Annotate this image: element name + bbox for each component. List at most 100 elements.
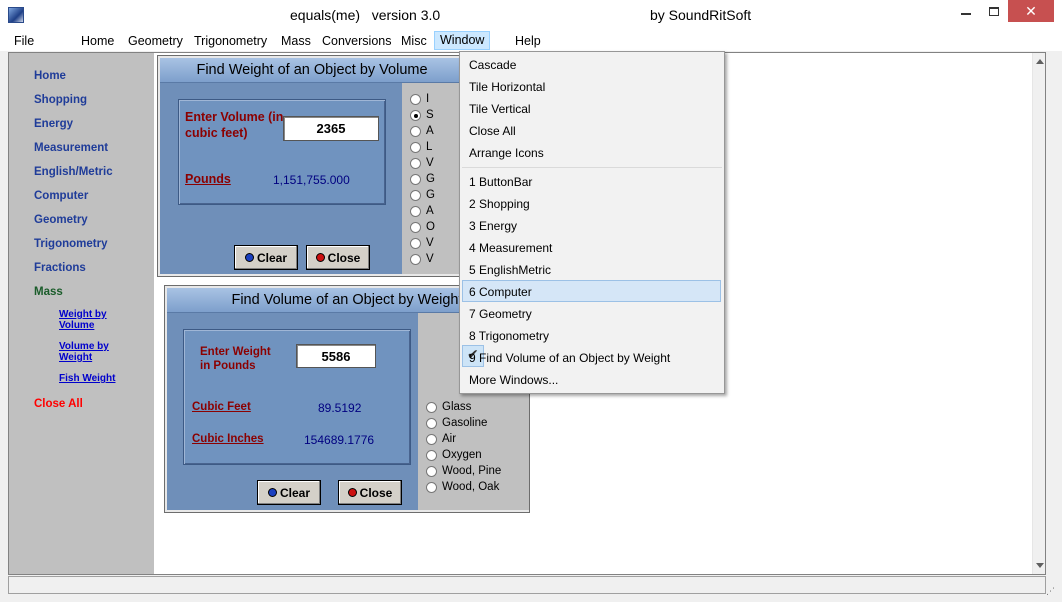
weight-close-button[interactable]: Close bbox=[306, 245, 370, 270]
radio-icon[interactable] bbox=[410, 93, 421, 105]
material-radio[interactable]: G bbox=[410, 189, 435, 201]
sidebar-sub-fish-weight[interactable]: Fish Weight bbox=[59, 373, 115, 384]
radio-icon[interactable] bbox=[410, 221, 421, 233]
minimize-button[interactable] bbox=[952, 0, 980, 22]
sidebar-item-computer[interactable]: Computer bbox=[34, 190, 88, 202]
maximize-button[interactable] bbox=[980, 0, 1008, 22]
material-radio[interactable]: O bbox=[410, 221, 435, 233]
menu-separator bbox=[462, 167, 722, 168]
menu-more-windows[interactable]: More Windows... bbox=[469, 373, 558, 387]
menu-home[interactable]: Home bbox=[81, 33, 114, 49]
sidebar-item-english-metric[interactable]: English/Metric bbox=[34, 166, 113, 178]
weight-clear-button[interactable]: Clear bbox=[234, 245, 298, 270]
menu-window-7[interactable]: 7 Geometry bbox=[469, 307, 532, 321]
menu-close-all[interactable]: Close All bbox=[469, 124, 516, 138]
material-radio[interactable]: V bbox=[410, 237, 434, 249]
radio-icon[interactable] bbox=[426, 401, 437, 413]
material-radio[interactable]: V bbox=[410, 253, 434, 265]
menu-file[interactable]: File bbox=[14, 33, 34, 49]
resize-grip-icon[interactable]: ⋰ bbox=[1046, 586, 1055, 597]
menu-bar: File Home Geometry Trigonometry Mass Con… bbox=[0, 31, 1062, 51]
radio-icon[interactable] bbox=[410, 237, 421, 249]
radio-icon[interactable] bbox=[410, 125, 421, 137]
weight-input-panel: Enter Volume (in cubic feet) 2365 Pounds… bbox=[178, 99, 386, 205]
material-radio[interactable]: Gasoline bbox=[426, 417, 487, 429]
menu-geometry[interactable]: Geometry bbox=[128, 33, 183, 49]
radio-icon[interactable] bbox=[426, 465, 437, 477]
cubic-feet-value: 89.5192 bbox=[318, 401, 362, 415]
radio-icon[interactable] bbox=[426, 449, 437, 461]
sidebar-sub-weight-by-volume[interactable]: Weight by Volume bbox=[59, 309, 119, 331]
weight-material-list: I S A L V G G A O V V bbox=[402, 83, 466, 274]
sidebar-item-energy[interactable]: Energy bbox=[34, 118, 73, 130]
material-radio[interactable]: Wood, Pine bbox=[426, 465, 501, 477]
menu-window-6[interactable]: 6 Computer bbox=[469, 285, 532, 299]
radio-icon[interactable] bbox=[426, 481, 437, 493]
menu-trigonometry[interactable]: Trigonometry bbox=[194, 33, 267, 49]
material-radio[interactable]: Oxygen bbox=[426, 449, 482, 461]
sidebar-item-geometry[interactable]: Geometry bbox=[34, 214, 88, 226]
menu-cascade[interactable]: Cascade bbox=[469, 58, 516, 72]
material-radio[interactable]: I bbox=[410, 93, 429, 105]
sidebar: Home Shopping Energy Measurement English… bbox=[9, 53, 154, 574]
radio-icon[interactable] bbox=[410, 205, 421, 217]
close-button[interactable]: ✕ bbox=[1008, 0, 1054, 22]
radio-icon[interactable] bbox=[410, 173, 421, 185]
material-radio[interactable]: A bbox=[410, 125, 434, 137]
scroll-down-icon[interactable] bbox=[1036, 563, 1044, 568]
cubic-inches-link[interactable]: Cubic Inches bbox=[192, 433, 264, 445]
material-radio[interactable]: Air bbox=[426, 433, 456, 445]
menu-conversions[interactable]: Conversions bbox=[322, 33, 391, 49]
volume-clear-button[interactable]: Clear bbox=[257, 480, 321, 505]
radio-icon[interactable] bbox=[410, 253, 421, 265]
radio-icon[interactable] bbox=[410, 157, 421, 169]
app-icon[interactable] bbox=[8, 7, 24, 23]
material-radio[interactable]: A bbox=[410, 205, 434, 217]
radio-icon[interactable] bbox=[426, 433, 437, 445]
close-dot-icon bbox=[315, 253, 325, 262]
vertical-scrollbar[interactable] bbox=[1032, 53, 1045, 574]
sidebar-item-mass[interactable]: Mass bbox=[34, 286, 63, 298]
menu-help[interactable]: Help bbox=[515, 33, 541, 49]
sidebar-item-trigonometry[interactable]: Trigonometry bbox=[34, 238, 107, 250]
menu-tile-vertical[interactable]: Tile Vertical bbox=[469, 102, 531, 116]
material-radio[interactable]: L bbox=[410, 141, 432, 153]
radio-icon[interactable] bbox=[426, 417, 437, 429]
company-label: by SoundRitSoft bbox=[650, 7, 752, 23]
menu-tile-horizontal[interactable]: Tile Horizontal bbox=[469, 80, 545, 94]
menu-window-4[interactable]: 4 Measurement bbox=[469, 241, 552, 255]
menu-window[interactable]: Window bbox=[434, 31, 491, 50]
material-radio[interactable]: S bbox=[410, 109, 434, 121]
sidebar-item-fractions[interactable]: Fractions bbox=[34, 262, 86, 274]
volume-input[interactable]: 2365 bbox=[283, 116, 379, 141]
sidebar-sub-volume-by-weight[interactable]: Volume by Weight bbox=[59, 341, 119, 363]
menu-window-5[interactable]: 5 EnglishMetric bbox=[469, 263, 551, 277]
scroll-up-icon[interactable] bbox=[1036, 59, 1044, 64]
menu-window-9[interactable]: 9 Find Volume of an Object by Weight bbox=[469, 351, 670, 365]
material-radio[interactable]: Wood, Oak bbox=[426, 481, 499, 493]
menu-window-2[interactable]: 2 Shopping bbox=[469, 197, 530, 211]
weight-input[interactable]: 5586 bbox=[296, 344, 376, 368]
radio-checked-icon[interactable] bbox=[410, 109, 421, 121]
material-radio[interactable]: V bbox=[410, 157, 434, 169]
cubic-feet-link[interactable]: Cubic Feet bbox=[192, 401, 251, 413]
menu-mass[interactable]: Mass bbox=[281, 33, 311, 49]
pounds-link[interactable]: Pounds bbox=[185, 172, 231, 186]
sidebar-close-all[interactable]: Close All bbox=[34, 398, 83, 410]
menu-window-1[interactable]: 1 ButtonBar bbox=[469, 175, 532, 189]
radio-icon[interactable] bbox=[410, 141, 421, 153]
menu-arrange-icons[interactable]: Arrange Icons bbox=[469, 146, 544, 160]
sidebar-item-shopping[interactable]: Shopping bbox=[34, 94, 87, 106]
weight-window-body: Enter Volume (in cubic feet) 2365 Pounds… bbox=[160, 83, 402, 274]
weight-window-title[interactable]: Find Weight of an Object by Volume bbox=[160, 58, 464, 83]
menu-misc[interactable]: Misc bbox=[401, 33, 427, 49]
menu-window-8[interactable]: 8 Trigonometry bbox=[469, 329, 549, 343]
radio-icon[interactable] bbox=[410, 189, 421, 201]
title-bar: equals(me) version 3.0 by SoundRitSoft ✕ bbox=[0, 0, 1062, 31]
volume-close-button[interactable]: Close bbox=[338, 480, 402, 505]
material-radio[interactable]: Glass bbox=[426, 401, 471, 413]
sidebar-item-measurement[interactable]: Measurement bbox=[34, 142, 108, 154]
material-radio[interactable]: G bbox=[410, 173, 435, 185]
menu-window-3[interactable]: 3 Energy bbox=[469, 219, 517, 233]
sidebar-item-home[interactable]: Home bbox=[34, 70, 66, 82]
